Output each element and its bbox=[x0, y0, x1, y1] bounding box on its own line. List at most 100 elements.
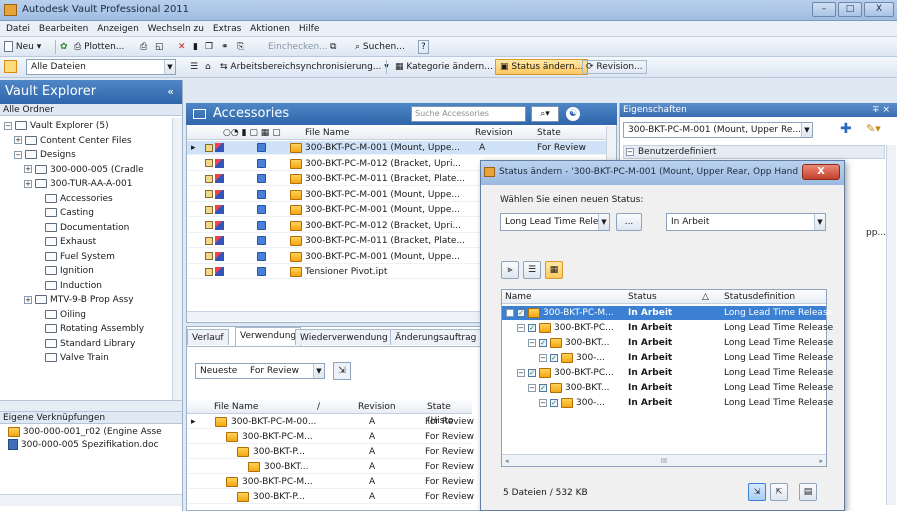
tab-change-order[interactable]: Änderungsauftrag bbox=[390, 329, 482, 345]
folder-tree-item[interactable]: − Designs bbox=[14, 149, 76, 161]
edit-property-icon[interactable]: ✎▾ bbox=[866, 122, 881, 135]
include-checkbox[interactable]: ✓ bbox=[528, 369, 536, 377]
view-list-button[interactable]: ☰ bbox=[523, 261, 541, 279]
folder-tree-item[interactable]: Fuel System bbox=[34, 251, 115, 263]
lifecycle-select[interactable]: Long Lead Time Releas... ▼ bbox=[500, 213, 610, 231]
expand-icon[interactable]: + bbox=[24, 165, 32, 173]
status-tree-hscrollbar[interactable]: ◂ III ▸ bbox=[502, 454, 826, 466]
properties-scrollbar[interactable] bbox=[886, 145, 896, 505]
menu-bearbeiten[interactable]: Bearbeiten bbox=[39, 21, 88, 37]
pin-icon[interactable]: ▮ bbox=[193, 40, 198, 54]
search-icon[interactable]: ⌕▾ bbox=[531, 106, 559, 122]
accessories-search-input[interactable]: Suche Accessories bbox=[411, 106, 526, 122]
history-row[interactable]: 300-BKT-P... A For Review bbox=[187, 490, 474, 504]
link-icon[interactable]: ⚭ bbox=[221, 40, 229, 54]
menu-extras[interactable]: Extras bbox=[213, 21, 241, 37]
history-row[interactable]: ▸ 300-BKT-PC-M-00... A For Review bbox=[187, 415, 474, 429]
minimize-button[interactable]: – bbox=[812, 2, 836, 17]
expand-icon[interactable]: + bbox=[24, 179, 32, 188]
status-tree-row[interactable]: − ✓ 300-BKT-PC-M... In Arbeit Long Lead Time… bbox=[502, 306, 833, 320]
file-row[interactable]: ▸ 300-BKT-PC-M-001 (Mount, Uppe... A For Re… bbox=[187, 141, 607, 155]
scrollbar-thumb[interactable]: III bbox=[661, 457, 667, 465]
shortcut-engine-assembly[interactable]: 300-000-001_r02 (Engine Asse bbox=[8, 426, 162, 438]
column-revision[interactable]: Revision bbox=[475, 126, 513, 140]
pane-options-icon[interactable]: ☯ bbox=[566, 107, 580, 121]
column-history-revision[interactable]: Revision bbox=[358, 400, 396, 414]
folder-tree-item[interactable]: Rotating Assembly bbox=[34, 323, 144, 335]
tab-where-used[interactable]: Wiederverwendung bbox=[295, 329, 393, 345]
print-icon[interactable]: ⎙ bbox=[140, 40, 147, 54]
folder-tree-item[interactable]: − Vault Explorer (5) bbox=[4, 120, 109, 132]
folder-tree-item[interactable]: Casting bbox=[34, 207, 94, 219]
column-name[interactable]: Name bbox=[505, 290, 532, 304]
expand-icon[interactable]: + bbox=[24, 295, 32, 304]
include-children-button[interactable]: ⇲ bbox=[748, 483, 766, 501]
tab-uses[interactable]: Verwendung bbox=[235, 327, 302, 346]
collapse-icon[interactable]: − bbox=[528, 384, 536, 392]
status-tree-row[interactable]: − ✓ 300-... In Arbeit Long Lead Time Release bbox=[502, 351, 833, 365]
history-filter-icon[interactable]: ⇲ bbox=[333, 362, 351, 380]
include-checkbox[interactable]: ✓ bbox=[539, 384, 547, 392]
folder-tree-item[interactable]: +300-000-005 (Cradle bbox=[24, 164, 144, 176]
folder-tree-item[interactable]: Exhaust bbox=[34, 236, 96, 248]
history-row[interactable]: 300-BKT-PC-M... A For Review bbox=[187, 430, 474, 444]
include-checkbox[interactable]: ✓ bbox=[528, 324, 536, 332]
collapse-icon[interactable]: − bbox=[517, 324, 525, 332]
add-property-icon[interactable]: ✚ bbox=[840, 121, 852, 137]
state-select[interactable]: In Arbeit ▼ bbox=[666, 213, 826, 231]
properties-selector[interactable]: 300-BKT-PC-M-001 (Mount, Upper Re... ▼ bbox=[623, 122, 813, 138]
status-tree-row[interactable]: − ✓ 300-BKT-PC... In Arbeit Long Lead Time R… bbox=[502, 366, 833, 380]
revision-button[interactable]: ⟳ Revision... bbox=[582, 60, 647, 74]
new-button[interactable]: Neu ▾ bbox=[4, 40, 41, 54]
folder-icon[interactable]: ⌂ bbox=[205, 60, 211, 74]
include-parents-button[interactable]: ⇱ bbox=[770, 483, 788, 501]
shortcut-specification-doc[interactable]: 300-000-005 Spezifikation.doc bbox=[8, 439, 158, 451]
menu-anzeigen[interactable]: Anzeigen bbox=[97, 21, 139, 37]
status-tree-row[interactable]: − ✓ 300-... In Arbeit Long Lead Time Release bbox=[502, 396, 833, 410]
navigation-pane-icon[interactable] bbox=[4, 60, 17, 73]
scroll-left-icon[interactable]: ◂ bbox=[505, 455, 509, 467]
sync-button[interactable]: ⇆ Arbeitsbereichsynchronisierung... ▾ bbox=[220, 60, 389, 74]
settings-button[interactable]: ▤ bbox=[799, 483, 817, 501]
status-tree-row[interactable]: − ✓ 300-BKT... In Arbeit Long Lead Time Rele… bbox=[502, 336, 833, 350]
folder-tree-item[interactable]: Oiling bbox=[34, 309, 86, 321]
layout-icon[interactable]: ☰ bbox=[190, 60, 198, 74]
search-button[interactable]: ⌕ Suchen... bbox=[355, 40, 405, 54]
category-button[interactable]: ▦ Kategorie ändern... bbox=[395, 60, 493, 74]
custom-properties-group[interactable]: − Benutzerdefiniert bbox=[623, 145, 885, 159]
collapse-icon[interactable]: − bbox=[528, 339, 536, 347]
history-row[interactable]: 300-BKT-PC-M... A For Review bbox=[187, 475, 474, 489]
tab-history[interactable]: Verlauf bbox=[187, 329, 229, 345]
shortcuts-splitter[interactable] bbox=[0, 400, 182, 412]
folder-tree-item[interactable]: + Content Center Files bbox=[14, 135, 132, 147]
scroll-right-icon[interactable]: ▸ bbox=[819, 455, 823, 467]
history-row[interactable]: 300-BKT-P... A For Review bbox=[187, 445, 474, 459]
folder-tree-item[interactable]: Induction bbox=[34, 280, 102, 292]
preview-icon[interactable]: ◱ bbox=[155, 40, 164, 54]
column-status[interactable]: Status bbox=[628, 290, 657, 304]
include-checkbox[interactable]: ✓ bbox=[517, 309, 525, 317]
folder-tree-item[interactable]: Documentation bbox=[34, 222, 129, 234]
column-status-definition[interactable]: Statusdefinition bbox=[724, 290, 795, 304]
status-tree-row[interactable]: − ✓ 300-BKT... In Arbeit Long Lead Time Rele… bbox=[502, 381, 833, 395]
warning-column-icon[interactable]: △ bbox=[702, 290, 709, 304]
folder-tree-item[interactable]: Standard Library bbox=[34, 338, 135, 350]
folder-tree-item[interactable]: Ignition bbox=[34, 265, 94, 277]
checkin-button[interactable]: Einchecken... bbox=[268, 40, 328, 54]
column-file-name[interactable]: File Name bbox=[305, 126, 349, 140]
paste-icon[interactable]: ⎘ bbox=[237, 40, 244, 54]
copy-icon[interactable]: ❐ bbox=[205, 40, 213, 54]
menu-wechseln-zu[interactable]: Wechseln zu bbox=[148, 21, 204, 37]
dialog-close-button[interactable]: X bbox=[802, 164, 840, 180]
version-filter-select[interactable]: Neueste For Review ▼ bbox=[195, 363, 325, 379]
folder-tree-item[interactable]: + MTV-9-B Prop Assy bbox=[24, 294, 134, 306]
change-status-button[interactable]: ▣ Status ändern... bbox=[495, 59, 589, 75]
view-hierarchy-button[interactable]: ⫸ bbox=[501, 261, 519, 279]
plot-button[interactable]: ⎙ Plotten... bbox=[74, 40, 124, 54]
column-history-file-name[interactable]: File Name bbox=[214, 400, 258, 414]
collapse-icon[interactable]: − bbox=[506, 309, 514, 317]
collapse-icon[interactable]: − bbox=[517, 369, 525, 377]
shortcuts-hscrollbar[interactable] bbox=[0, 494, 182, 506]
menu-hilfe[interactable]: Hilfe bbox=[299, 21, 319, 37]
collapse-pane-button[interactable]: « bbox=[167, 80, 174, 104]
